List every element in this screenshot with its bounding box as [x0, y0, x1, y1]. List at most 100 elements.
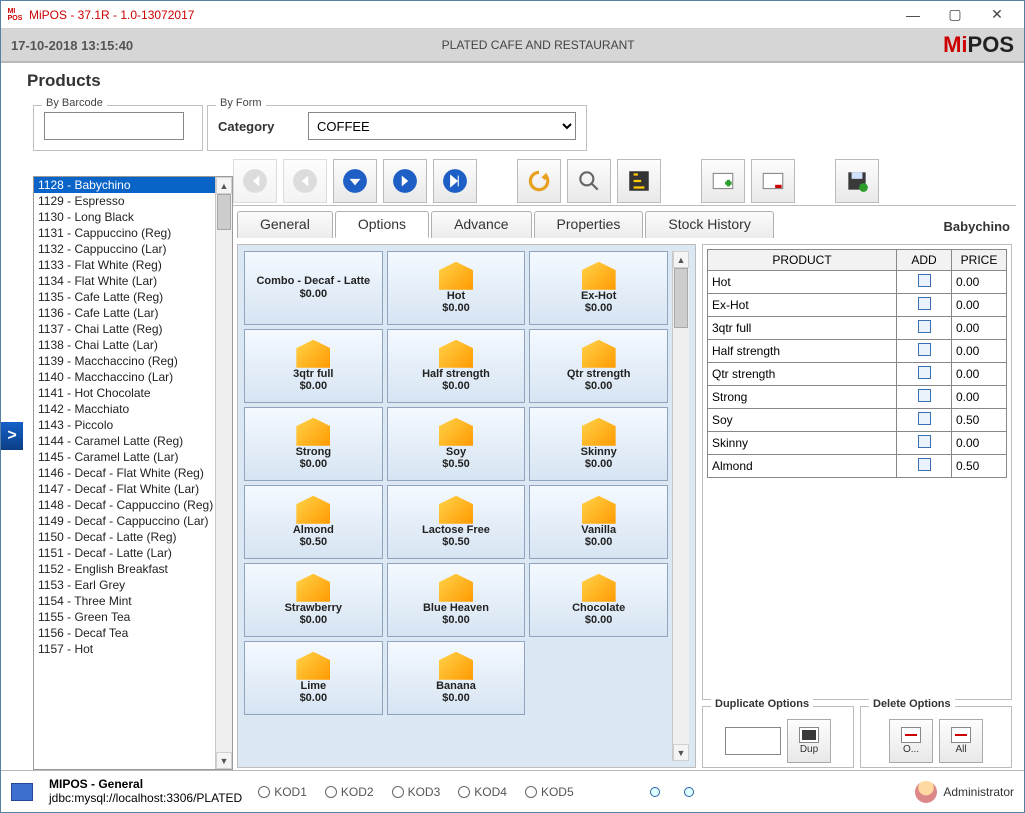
- product-list-item[interactable]: 1137 - Chai Latte (Reg): [34, 321, 215, 337]
- nav-next-button[interactable]: [383, 159, 427, 203]
- remove-button[interactable]: [751, 159, 795, 203]
- product-list-item[interactable]: 1157 - Hot: [34, 641, 215, 657]
- product-list-item[interactable]: 1133 - Flat White (Reg): [34, 257, 215, 273]
- option-row[interactable]: Hot0.00: [708, 271, 1007, 294]
- tab-stock-history[interactable]: Stock History: [645, 211, 773, 238]
- product-list-item[interactable]: 1132 - Cappuccino (Lar): [34, 241, 215, 257]
- side-handle[interactable]: >: [1, 101, 25, 770]
- scroll-up-icon[interactable]: ▲: [673, 251, 689, 268]
- barcode-input[interactable]: [44, 112, 184, 140]
- option-row[interactable]: Skinny0.00: [708, 432, 1007, 455]
- kod-radio[interactable]: KOD4: [458, 785, 507, 799]
- product-list-item[interactable]: 1138 - Chai Latte (Lar): [34, 337, 215, 353]
- product-list-scrollbar[interactable]: ▲ ▼: [215, 177, 232, 769]
- maximize-button[interactable]: ▢: [934, 3, 976, 27]
- option-card[interactable]: Ex-Hot$0.00: [529, 251, 668, 325]
- duplicate-input[interactable]: [725, 727, 781, 755]
- product-list-item[interactable]: 1147 - Decaf - Flat White (Lar): [34, 481, 215, 497]
- product-list-item[interactable]: 1143 - Piccolo: [34, 417, 215, 433]
- nav-last-button[interactable]: [433, 159, 477, 203]
- option-card[interactable]: Half strength$0.00: [387, 329, 526, 403]
- category-select[interactable]: COFFEE: [308, 112, 576, 140]
- product-list-item[interactable]: 1135 - Cafe Latte (Reg): [34, 289, 215, 305]
- add-checkbox[interactable]: [918, 458, 931, 471]
- kod-radio[interactable]: KOD5: [525, 785, 574, 799]
- product-list-item[interactable]: 1134 - Flat White (Lar): [34, 273, 215, 289]
- add-button[interactable]: [701, 159, 745, 203]
- product-list-item[interactable]: 1140 - Macchaccino (Lar): [34, 369, 215, 385]
- product-list-item[interactable]: 1141 - Hot Chocolate: [34, 385, 215, 401]
- option-card[interactable]: Strong$0.00: [244, 407, 383, 481]
- delete-all-button[interactable]: All: [939, 719, 983, 763]
- tab-general[interactable]: General: [237, 211, 333, 238]
- product-list[interactable]: 1128 - Babychino1129 - Espresso1130 - Lo…: [33, 176, 233, 770]
- add-checkbox[interactable]: [918, 274, 931, 287]
- product-list-item[interactable]: 1146 - Decaf - Flat White (Reg): [34, 465, 215, 481]
- option-row[interactable]: Ex-Hot0.00: [708, 294, 1007, 317]
- product-list-item[interactable]: 1156 - Decaf Tea: [34, 625, 215, 641]
- close-button[interactable]: ✕: [976, 3, 1018, 27]
- option-row[interactable]: 3qtr full0.00: [708, 317, 1007, 340]
- nav-down-button[interactable]: [333, 159, 377, 203]
- user-badge[interactable]: Administrator: [915, 781, 1014, 803]
- product-list-item[interactable]: 1152 - English Breakfast: [34, 561, 215, 577]
- product-list-item[interactable]: 1148 - Decaf - Cappuccino (Reg): [34, 497, 215, 513]
- scroll-thumb[interactable]: [674, 268, 688, 328]
- option-card[interactable]: Banana$0.00: [387, 641, 526, 715]
- product-list-item[interactable]: 1144 - Caramel Latte (Reg): [34, 433, 215, 449]
- product-list-item[interactable]: 1154 - Three Mint: [34, 593, 215, 609]
- add-checkbox[interactable]: [918, 320, 931, 333]
- product-list-item[interactable]: 1153 - Earl Grey: [34, 577, 215, 593]
- product-list-item[interactable]: 1139 - Macchaccino (Reg): [34, 353, 215, 369]
- product-list-item[interactable]: 1142 - Macchiato: [34, 401, 215, 417]
- option-row[interactable]: Qtr strength0.00: [708, 363, 1007, 386]
- nav-first-button[interactable]: [233, 159, 277, 203]
- refresh-button[interactable]: [517, 159, 561, 203]
- tab-options[interactable]: Options: [335, 211, 429, 238]
- sort-button[interactable]: [617, 159, 661, 203]
- add-checkbox[interactable]: [918, 435, 931, 448]
- add-checkbox[interactable]: [918, 412, 931, 425]
- tab-properties[interactable]: Properties: [534, 211, 644, 238]
- minimize-button[interactable]: —: [892, 3, 934, 27]
- duplicate-button[interactable]: Dup: [787, 719, 831, 763]
- option-card[interactable]: Skinny$0.00: [529, 407, 668, 481]
- product-list-item[interactable]: 1145 - Caramel Latte (Lar): [34, 449, 215, 465]
- product-list-item[interactable]: 1155 - Green Tea: [34, 609, 215, 625]
- options-scrollbar[interactable]: ▲ ▼: [672, 251, 689, 761]
- kod-radio[interactable]: KOD2: [325, 785, 374, 799]
- product-list-item[interactable]: 1150 - Decaf - Latte (Reg): [34, 529, 215, 545]
- option-row[interactable]: Half strength0.00: [708, 340, 1007, 363]
- add-checkbox[interactable]: [918, 343, 931, 356]
- scroll-up-icon[interactable]: ▲: [216, 177, 232, 194]
- product-list-item[interactable]: 1129 - Espresso: [34, 193, 215, 209]
- scroll-down-icon[interactable]: ▼: [673, 744, 689, 761]
- delete-one-button[interactable]: O...: [889, 719, 933, 763]
- option-row[interactable]: Almond0.50: [708, 455, 1007, 478]
- product-list-item[interactable]: 1136 - Cafe Latte (Lar): [34, 305, 215, 321]
- nav-prev-button[interactable]: [283, 159, 327, 203]
- product-list-item[interactable]: 1151 - Decaf - Latte (Lar): [34, 545, 215, 561]
- option-card[interactable]: Blue Heaven$0.00: [387, 563, 526, 637]
- save-button[interactable]: [835, 159, 879, 203]
- option-card[interactable]: Lactose Free$0.50: [387, 485, 526, 559]
- option-card[interactable]: Qtr strength$0.00: [529, 329, 668, 403]
- scroll-thumb[interactable]: [217, 194, 231, 230]
- option-card[interactable]: Hot$0.00: [387, 251, 526, 325]
- option-card[interactable]: 3qtr full$0.00: [244, 329, 383, 403]
- product-list-item[interactable]: 1130 - Long Black: [34, 209, 215, 225]
- col-product[interactable]: PRODUCT: [708, 250, 897, 271]
- scroll-down-icon[interactable]: ▼: [216, 752, 232, 769]
- option-card[interactable]: Combo - Decaf - Latte$0.00: [244, 251, 383, 325]
- add-checkbox[interactable]: [918, 297, 931, 310]
- option-row[interactable]: Strong0.00: [708, 386, 1007, 409]
- kod-radio[interactable]: KOD1: [258, 785, 307, 799]
- product-list-item[interactable]: 1131 - Cappuccino (Reg): [34, 225, 215, 241]
- kod-radio[interactable]: KOD3: [392, 785, 441, 799]
- col-add[interactable]: ADD: [897, 250, 952, 271]
- product-list-item[interactable]: 1128 - Babychino: [34, 177, 215, 193]
- tab-advance[interactable]: Advance: [431, 211, 531, 238]
- option-card[interactable]: Chocolate$0.00: [529, 563, 668, 637]
- option-row[interactable]: Soy0.50: [708, 409, 1007, 432]
- add-checkbox[interactable]: [918, 389, 931, 402]
